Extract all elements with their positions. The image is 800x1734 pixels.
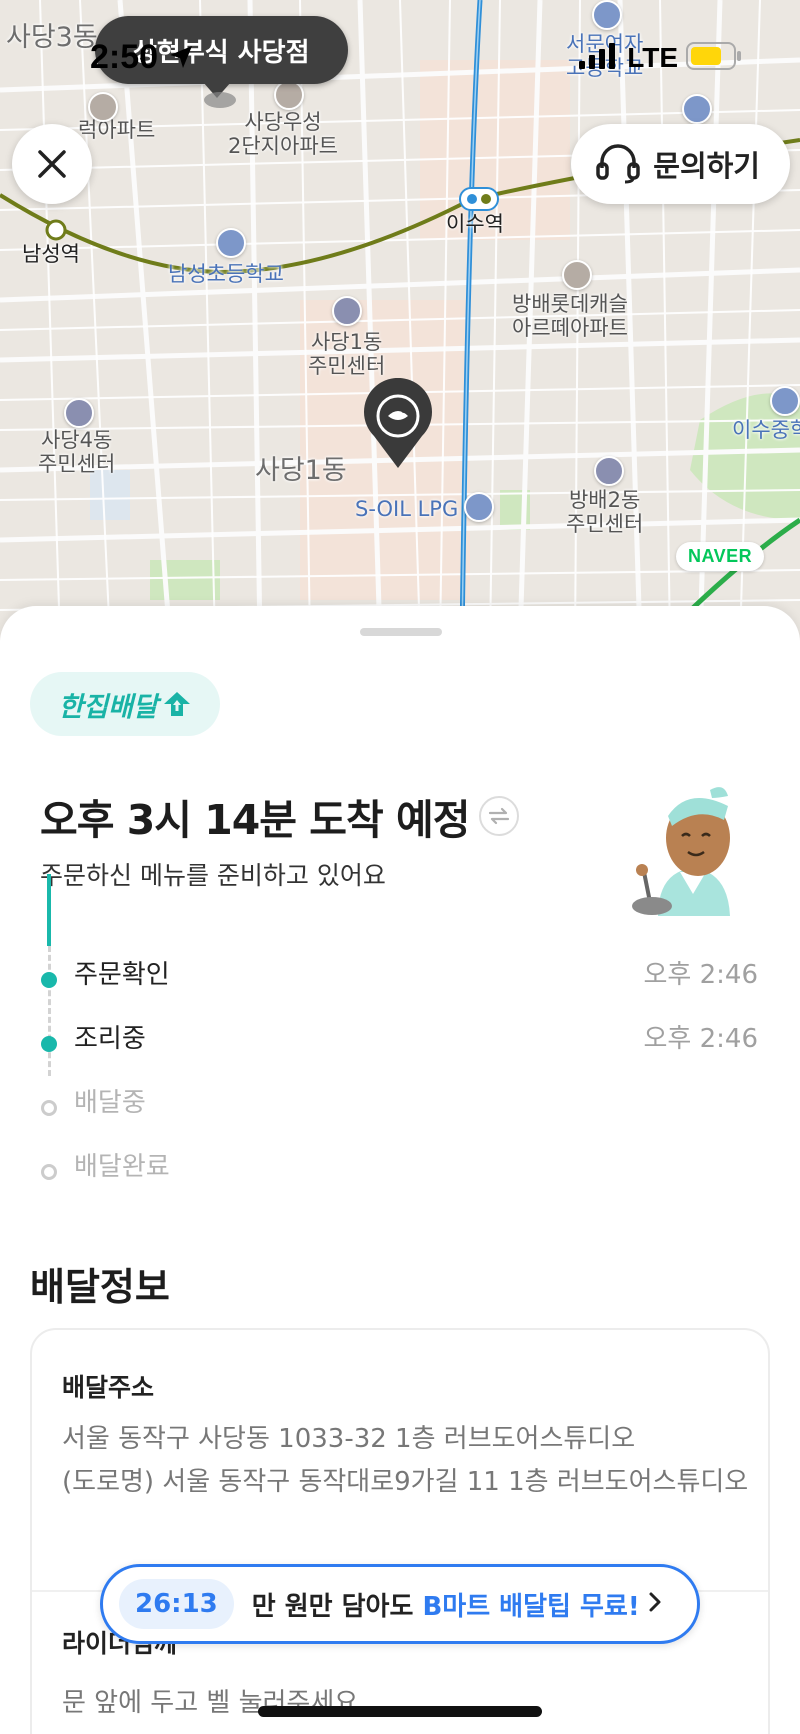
school-poi-icon (770, 386, 800, 416)
home-indicator[interactable] (258, 1706, 542, 1717)
school-poi-icon (216, 228, 246, 258)
map-label-sadang1-center: 사당1동 주민센터 (308, 330, 386, 379)
map-label-isu-middle: 이수중학 (732, 418, 800, 442)
address-lot: 서울 동작구 사당동 1033-32 1층 러브도어스튜디오 (62, 1424, 636, 1454)
school-poi-icon (592, 0, 622, 30)
map-label-sadang1-dong: 사당1동 (255, 455, 347, 486)
delivery-map[interactable]: 사당3동 럭아파트 사당우성 2단지아파트 서문여자 고등학교 남성역 남성초등… (0, 0, 800, 640)
store-location-dot (204, 92, 236, 108)
location-arrow-icon (168, 40, 194, 79)
step-delivering: 배달중 (74, 1088, 146, 1118)
map-label-sadang-woosung: 사당우성 2단지아파트 (228, 110, 338, 159)
store-marker-icon[interactable] (360, 377, 436, 474)
timeline-line-done (47, 874, 51, 946)
headset-icon (596, 144, 641, 184)
network-type: LTE (627, 42, 678, 73)
school-poi-icon (682, 94, 712, 124)
map-label-bangbae-lotte: 방배롯데캐슬 아르떼아파트 (512, 292, 628, 341)
battery-icon (686, 42, 742, 74)
promo-timer: 26:13 (119, 1579, 234, 1629)
apartment-poi-icon (88, 92, 118, 122)
swap-arrows-icon (488, 807, 510, 825)
community-center-poi-icon (64, 398, 94, 428)
map-label-namseong-station: 남성역 (22, 242, 80, 266)
apartment-poi-icon (274, 80, 304, 110)
service-badge-label: 한집배달 (58, 691, 158, 723)
bmart-promo-banner[interactable]: 26:13 만 원만 담아도 B마트 배달팁 무료! (100, 1564, 700, 1644)
status-time: 2:50 (90, 38, 194, 79)
step-order-confirmed: 주문확인 오후 2:46 (74, 960, 758, 990)
house-arrow-icon (163, 692, 190, 716)
map-label-sadang3: 사당3동 (6, 22, 98, 53)
promo-highlight: B마트 배달팁 무료! (422, 1591, 640, 1622)
apartment-poi-icon (562, 260, 592, 290)
gas-station-poi-icon (464, 492, 494, 522)
map-background (0, 0, 800, 640)
delivery-info-card: 배달주소 서울 동작구 사당동 1033-32 1층 러브도어스튜디오 (도로명… (30, 1328, 770, 1734)
community-center-poi-icon (594, 456, 624, 486)
delivery-info-title: 배달정보 (30, 1265, 170, 1309)
inquiry-label: 문의하기 (653, 149, 760, 183)
refresh-eta-button[interactable] (479, 796, 519, 836)
address-road: (도로명) 서울 동작구 동작대로9가길 11 1층 러브도어스튜디오 (62, 1467, 749, 1497)
community-center-poi-icon (332, 296, 362, 326)
map-label-soil-lpg: S-OIL LPG (355, 497, 459, 521)
address-label: 배달주소 (62, 1373, 155, 1402)
naver-logo: NAVER (676, 542, 765, 571)
step-cooking: 조리중 오후 2:46 (74, 1024, 758, 1054)
map-label-sadang4-center: 사당4동 주민센터 (38, 428, 116, 477)
delivery-address: 서울 동작구 사당동 1033-32 1층 러브도어스튜디오 (도로명) 서울 … (62, 1418, 752, 1504)
close-icon (38, 150, 66, 178)
map-label-bangbae-center: 방배2동 주민센터 (566, 488, 644, 537)
step-delivered: 배달완료 (74, 1152, 170, 1182)
map-label-isu-station: 이수역 (446, 212, 504, 236)
close-button[interactable] (12, 124, 92, 204)
map-label-namseong-school: 남성초등학교 (168, 262, 284, 286)
inquiry-button[interactable]: 문의하기 (571, 124, 790, 204)
signal-icon (579, 43, 619, 73)
chef-cooking-illustration (628, 776, 758, 920)
single-delivery-badge: 한집배달 (30, 672, 220, 736)
eta-subtitle: 주문하신 메뉴를 준비하고 있어요 (40, 861, 386, 890)
map-label-apartment: 럭아파트 (78, 118, 156, 142)
sheet-drag-handle[interactable] (360, 628, 442, 636)
eta-title: 오후 3시 14분 도착 예정 (40, 796, 470, 844)
chevron-right-icon (648, 1591, 662, 1617)
status-indicators: LTE (579, 42, 742, 74)
promo-text: 만 원만 담아도 B마트 배달팁 무료! (251, 1591, 640, 1622)
